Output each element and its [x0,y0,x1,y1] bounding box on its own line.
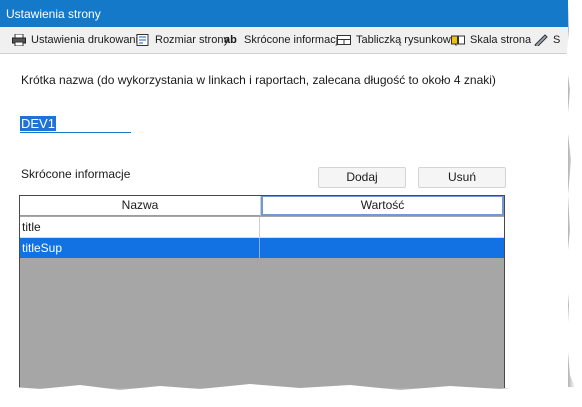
tab-label: Skala strona [470,34,532,46]
title-bar: Ustawienia strony [0,0,568,27]
short-name-value: DEV1 [20,116,56,131]
pencil-ruler-icon [534,34,548,48]
short-info-label: Skrócone informacje [21,167,131,181]
page-setup-window: Ustawienia strony Ustawienia drukowania … [0,0,568,388]
ab-text-icon: ab [224,34,237,46]
add-button[interactable]: Dodaj [318,167,406,188]
cell-value[interactable] [260,217,504,237]
column-header-name[interactable]: Nazwa [20,196,261,216]
tab-bar: Ustawienia drukowania Rozmiar strony ab … [0,27,568,54]
window-title: Ustawienia strony [6,7,101,21]
page-size-icon [136,34,150,46]
tab-content: Krótka nazwa (do wykorzystania w linkach… [0,54,568,388]
tab-page-size[interactable]: Rozmiar strony [136,31,229,49]
tab-page-scale[interactable]: Skala strona [451,31,531,49]
tab-label: Ustawienia drukowania [31,34,145,46]
remove-button[interactable]: Usuń [418,167,506,188]
cell-name[interactable]: title [20,217,260,237]
scale-icon [451,34,465,46]
tab-label: Tabliczką rysunkową [356,34,457,46]
short-info-grid[interactable]: Nazwa Wartość title titleSup [19,195,505,388]
short-name-input[interactable]: DEV1 [20,116,131,133]
tab-label: Rozmiar strony [155,34,229,46]
tab-short-info[interactable]: ab Skrócone informacje [224,31,344,49]
grid-header: Nazwa Wartość [20,196,504,216]
tab-title-block[interactable]: Tabliczką rysunkową [337,31,457,49]
table-row[interactable]: title [20,217,504,238]
tab-print-settings[interactable]: Ustawienia drukowania [12,31,144,49]
cell-name[interactable]: titleSup [20,238,260,258]
printer-icon [12,33,26,47]
cell-value[interactable] [260,238,504,258]
tab-label: Skrócone informacje [244,34,345,46]
tab-label: S [553,34,561,46]
tab-more[interactable]: S [534,31,560,49]
column-header-value[interactable]: Wartość [261,196,504,216]
title-block-icon [337,34,351,46]
table-row-selected[interactable]: titleSup [20,238,504,258]
short-name-description: Krótka nazwa (do wykorzystania w linkach… [21,73,496,87]
